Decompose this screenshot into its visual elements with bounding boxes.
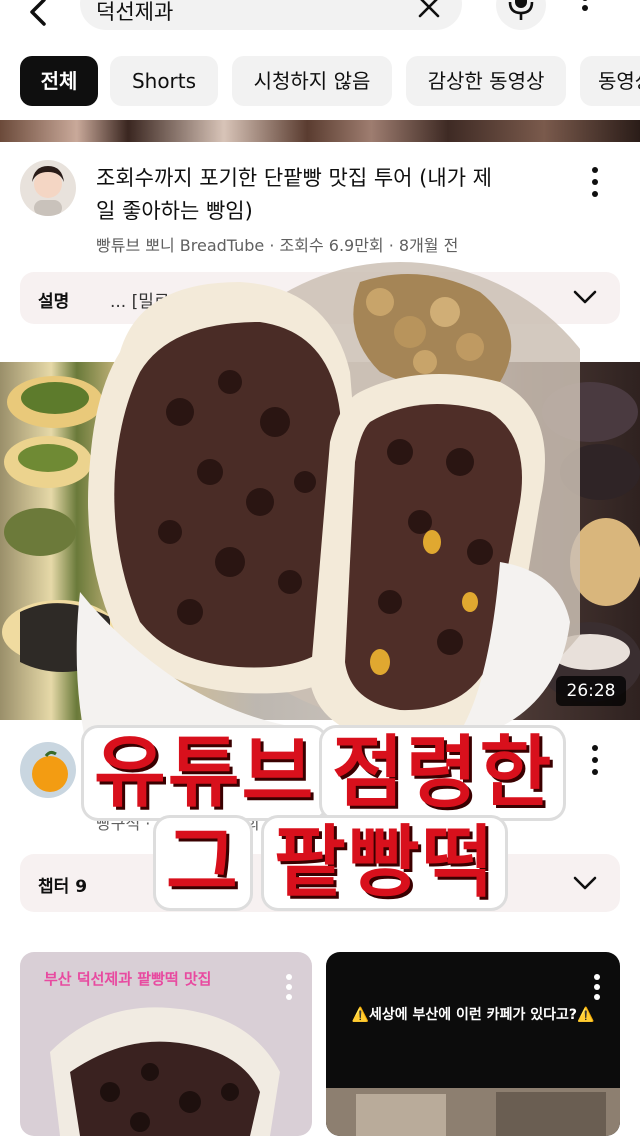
- caption-word: 유튜브: [84, 728, 326, 818]
- previous-video-thumbnail[interactable]: [0, 120, 640, 142]
- chip-unwatched[interactable]: 시청하지 않음: [232, 56, 392, 106]
- video-title-line: 조회수까지 포기한 단팥빵 맛집 투어 (내가 제: [96, 166, 493, 190]
- more-vert-icon[interactable]: [584, 742, 606, 778]
- chip-shorts[interactable]: Shorts: [110, 56, 218, 106]
- shorts-title: ⚠️세상에 부산에 이런 카페가 있다고?⚠️: [351, 1007, 595, 1023]
- search-input[interactable]: 덕선제과: [80, 0, 462, 30]
- chevron-down-icon[interactable]: [572, 872, 598, 894]
- microphone-icon[interactable]: [496, 0, 546, 30]
- video-title[interactable]: 조회수까지 포기한 단팥빵 맛집 투어 (내가 제 일 좋아하는 빵임): [96, 162, 566, 228]
- shorts-title: 부산 덕선제과 팥빵떡 맛집: [44, 970, 212, 988]
- shorts-card[interactable]: 부산 덕선제과 팥빵떡 맛집: [20, 952, 312, 1136]
- chip-videos[interactable]: 동영상: [580, 56, 640, 106]
- caption-word: 그: [156, 818, 250, 908]
- filter-chips: 전체 Shorts 시청하지 않음 감상한 동영상 동영상: [0, 56, 640, 108]
- channel-avatar[interactable]: [20, 160, 76, 216]
- top-bar: 덕선제과: [0, 0, 640, 40]
- back-arrow-icon[interactable]: [18, 0, 58, 34]
- chapters-label: 챕터 9: [38, 877, 88, 897]
- red-bean-bun-overlay: [60, 262, 630, 762]
- caption-word: 점령한: [322, 728, 564, 818]
- clear-icon[interactable]: [416, 0, 442, 24]
- more-vert-icon[interactable]: [590, 972, 604, 1006]
- more-options-icon[interactable]: [572, 0, 598, 28]
- search-query: 덕선제과: [96, 0, 174, 24]
- caption-word: 팥빵떡: [264, 818, 506, 908]
- chip-watched[interactable]: 감상한 동영상: [406, 56, 566, 106]
- shorts-card[interactable]: ⚠️세상에 부산에 이런 카페가 있다고?⚠️: [326, 952, 620, 1136]
- chip-all[interactable]: 전체: [20, 56, 98, 106]
- video-title-line: 일 좋아하는 빵임): [96, 199, 253, 223]
- more-vert-icon[interactable]: [584, 164, 606, 200]
- more-vert-icon[interactable]: [282, 972, 296, 1006]
- video-meta: 빵튜브 뽀니 BreadTube · 조회수 6.9만회 · 8개월 전: [96, 236, 459, 255]
